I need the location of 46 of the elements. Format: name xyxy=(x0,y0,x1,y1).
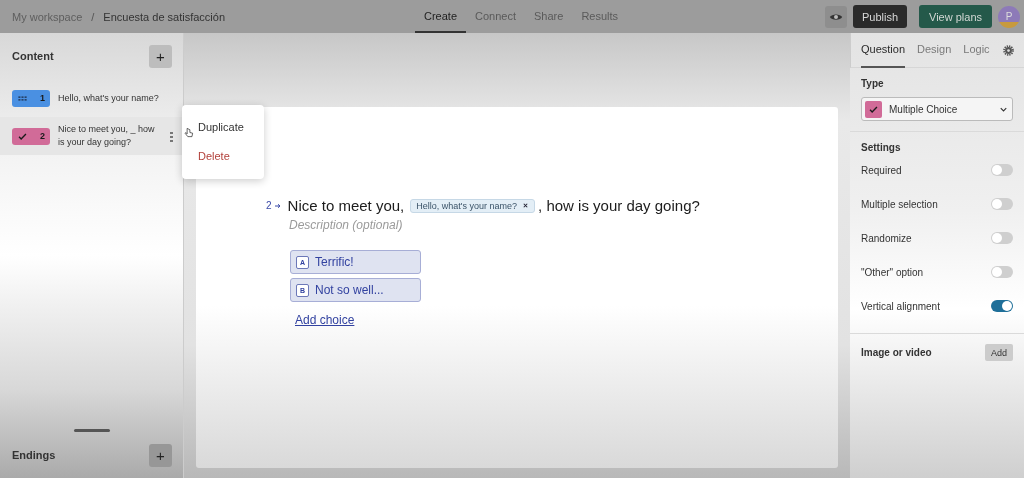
question-type-dropdown[interactable]: Multiple Choice xyxy=(861,97,1013,121)
question-text: Hello, what's your name? xyxy=(58,91,160,105)
question-item[interactable]: 2 Nice to meet you, _ how is your day going? xyxy=(0,117,183,155)
question-item[interactable]: 1 Hello, what's your name? xyxy=(0,79,183,117)
setting-label: Required xyxy=(861,164,902,176)
more-options-icon[interactable] xyxy=(170,130,173,142)
add-choice-link[interactable]: Add choice xyxy=(295,313,355,327)
toggle-switch[interactable] xyxy=(991,232,1013,244)
question-badge: 2 xyxy=(12,127,50,145)
toggle-switch[interactable] xyxy=(991,164,1013,176)
description-field[interactable]: Description (optional) xyxy=(289,218,489,232)
panel-tab[interactable]: Logic xyxy=(963,32,990,68)
question-badge: 1 xyxy=(12,89,50,107)
resize-handle[interactable] xyxy=(73,429,110,432)
toggle-switch[interactable] xyxy=(991,300,1013,312)
add-ending-button[interactable]: + xyxy=(149,443,172,467)
add-media-button[interactable]: Add xyxy=(985,344,1013,361)
arrow-icon xyxy=(273,201,282,210)
panel-tab[interactable]: Question xyxy=(861,32,906,68)
add-content-button[interactable]: + xyxy=(149,44,172,68)
menu-item[interactable]: Duplicate xyxy=(182,113,264,142)
recall-chip[interactable]: Hello, what's your name? xyxy=(410,198,536,213)
menu-item[interactable]: Delete xyxy=(182,142,264,171)
setting-label: Randomize xyxy=(861,232,912,244)
question-text: Nice to meet you, _ how is your day going? xyxy=(58,123,156,149)
question-title: , how is your day going? xyxy=(538,197,700,214)
question-title: Nice to meet you, xyxy=(287,197,405,214)
view-plans-button[interactable]: View plans xyxy=(919,5,992,28)
panel-tab[interactable]: Design xyxy=(917,32,952,68)
settings-icon[interactable] xyxy=(1003,44,1014,56)
image-video-heading: Image or video xyxy=(861,347,932,358)
type-heading: Type xyxy=(861,78,885,89)
close-icon xyxy=(522,202,530,209)
publish-button[interactable]: Publish xyxy=(852,5,907,28)
endings-heading: Endings xyxy=(12,449,56,461)
settings-heading: Settings xyxy=(861,142,902,153)
toggle-switch[interactable] xyxy=(991,266,1013,278)
preview-button[interactable] xyxy=(824,5,847,28)
setting-label: Vertical alignment xyxy=(861,300,940,312)
breadcrumb-separator: / xyxy=(91,10,95,23)
question-number: 2 xyxy=(266,200,272,211)
toggle-switch[interactable] xyxy=(991,198,1013,210)
content-heading: Content xyxy=(12,50,54,62)
form-title: Encuesta de satisfacción xyxy=(103,10,226,23)
setting-label: "Other" option xyxy=(861,266,924,278)
setting-label: Multiple selection xyxy=(861,198,938,210)
